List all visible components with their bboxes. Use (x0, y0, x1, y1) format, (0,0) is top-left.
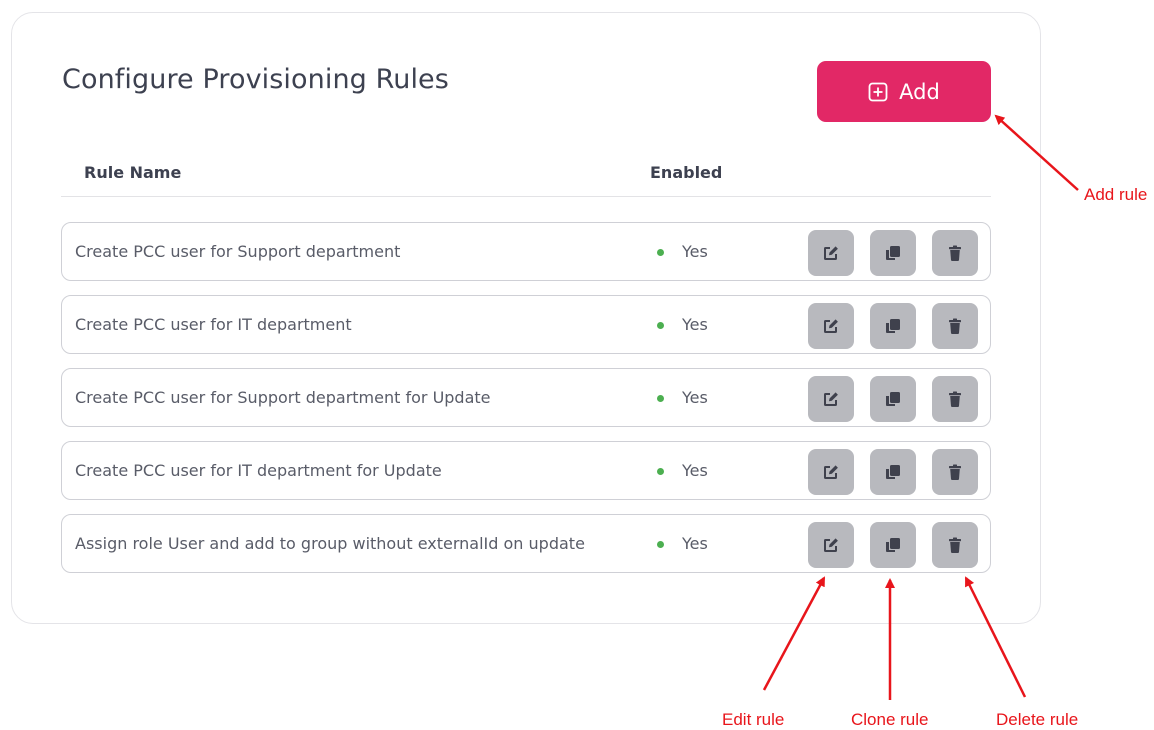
clone-rule-callout: Clone rule (851, 710, 929, 729)
add-rule-callout: Add rule (1084, 185, 1148, 204)
edit-rule-arrow (762, 576, 826, 691)
annotation-arrows (762, 114, 1079, 700)
delete-rule-callout: Delete rule (996, 710, 1079, 729)
delete-rule-arrow (964, 576, 1027, 698)
edit-rule-callout: Edit rule (722, 710, 785, 729)
add-rule-arrow (994, 114, 1079, 191)
